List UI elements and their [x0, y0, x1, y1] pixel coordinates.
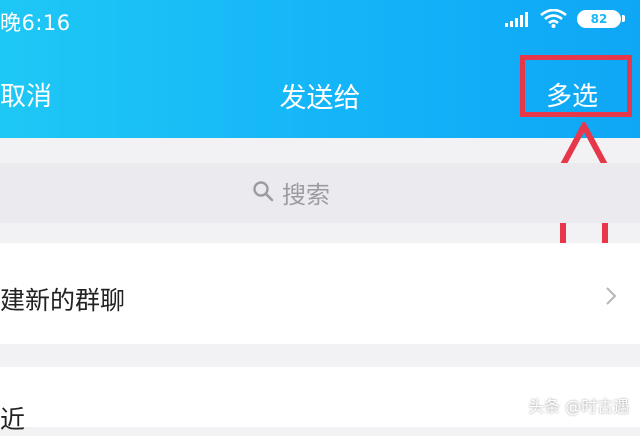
recent-section-label: 近 [0, 405, 26, 434]
battery-level: 82 [590, 12, 608, 26]
search-icon [253, 181, 274, 202]
create-group-label: 建新的群聊 [0, 286, 126, 315]
signal-icon [505, 12, 528, 27]
annotation-highlight-box [520, 55, 632, 117]
chevron-right-icon [606, 287, 617, 305]
watermark: 头条 @时古遇 [528, 397, 630, 416]
status-time: 晚6:16 [0, 11, 71, 35]
wifi-icon [540, 9, 567, 28]
battery-indicator: 82 [577, 10, 621, 28]
search-placeholder: 搜索 [282, 181, 330, 209]
battery-cap [622, 15, 625, 22]
